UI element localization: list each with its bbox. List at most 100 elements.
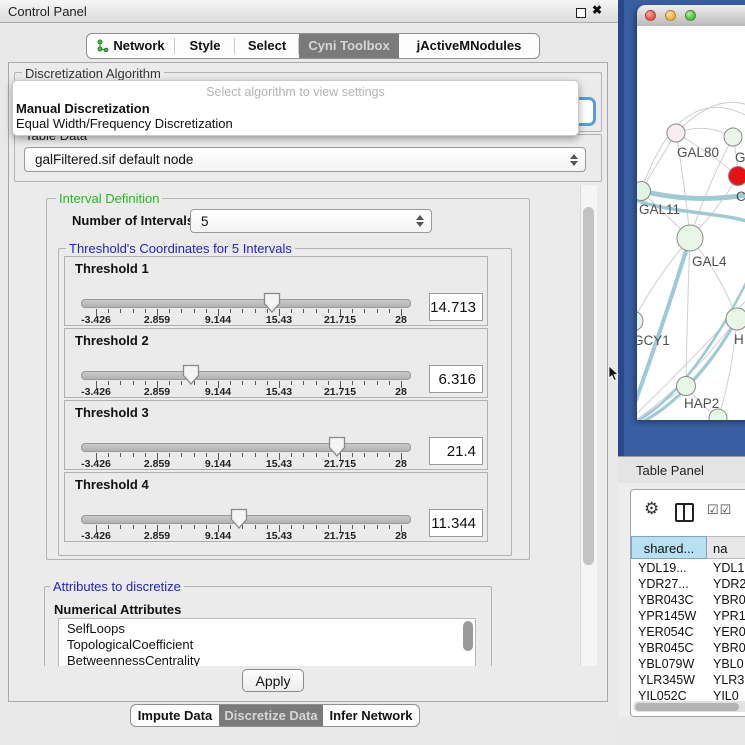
slider-track[interactable] <box>81 299 411 308</box>
table-data-combobox[interactable]: galFiltered.sif default node <box>24 147 586 172</box>
network-node-h[interactable] <box>726 308 745 330</box>
slider-tick <box>352 381 353 385</box>
zoom-traffic-light[interactable] <box>685 10 696 21</box>
slider-thumb[interactable] <box>182 364 200 386</box>
tab-style[interactable]: Style <box>175 34 235 58</box>
network-node-ga[interactable] <box>724 128 742 146</box>
vertical-scrollbar[interactable] <box>580 185 597 666</box>
network-view[interactable]: GAL80GACGAL11GAL4GCY1HHAP2 <box>637 26 745 420</box>
table-row[interactable]: YBL079WYBL0 <box>631 656 745 672</box>
slider-tick <box>181 309 182 313</box>
close-icon[interactable]: ✖ <box>592 3 602 17</box>
attribute-item[interactable]: BetweennessCentrality <box>67 653 200 666</box>
slider-scale-label: 15.43 <box>255 458 303 470</box>
horizontal-scrollbar[interactable] <box>633 701 745 712</box>
slider-thumb[interactable] <box>328 436 346 458</box>
slider-scale-label: 15.43 <box>255 386 303 398</box>
slider-tick <box>377 525 378 529</box>
table-row[interactable]: YBR045CYBR0 <box>631 640 745 656</box>
tab-label: Select <box>248 38 286 53</box>
slider-thumb[interactable] <box>230 508 248 530</box>
slider-tick <box>352 309 353 313</box>
table-row[interactable]: YPR145WYPR1 <box>631 608 745 624</box>
slider-scale-label: -3.426 <box>72 314 120 326</box>
threshold-value-field[interactable]: 6.316 <box>429 365 483 393</box>
attribute-item[interactable]: SelfLoops <box>67 621 125 636</box>
slider-tick <box>169 381 170 385</box>
slider-tick <box>145 453 146 457</box>
apply-button[interactable]: Apply <box>242 669 304 692</box>
slider-tick <box>206 525 207 529</box>
table-row[interactable]: YBR043CYBR0 <box>631 592 745 608</box>
slider-thumb[interactable] <box>263 292 281 314</box>
numerical-attributes-list[interactable]: SelfLoopsTopologicalCoefficientBetweenne… <box>58 618 476 666</box>
thresholds-group-title: Threshold's Coordinates for 5 Intervals <box>66 241 295 256</box>
close-traffic-light[interactable] <box>645 10 656 21</box>
table-row[interactable]: YDL19...YDL1 <box>631 560 745 576</box>
table-row[interactable]: YER054CYER0 <box>631 624 745 640</box>
slider-scale-label: -3.426 <box>72 386 120 398</box>
tab-infer-network[interactable]: Infer Network <box>323 705 419 726</box>
interval-definition-title: Interval Definition <box>56 191 162 206</box>
column-header-name[interactable]: na <box>707 536 745 559</box>
slider-tick <box>364 525 365 529</box>
threshold-label: Threshold 4 <box>75 477 149 492</box>
columns-icon[interactable] <box>675 503 694 522</box>
slider-tick <box>145 381 146 385</box>
minimize-traffic-light[interactable] <box>665 10 676 21</box>
slider-track[interactable] <box>81 443 411 452</box>
table-data-combobox-value: galFiltered.sif default node <box>35 148 193 171</box>
slider-scale-label: 28 <box>377 386 425 398</box>
tab-impute-data[interactable]: Impute Data <box>131 705 219 726</box>
attribute-item[interactable]: TopologicalCoefficient <box>67 637 193 652</box>
tab-label: Style <box>189 38 220 53</box>
network-node-gcy1[interactable] <box>637 311 643 331</box>
network-edge[interactable] <box>690 238 737 319</box>
network-edge[interactable] <box>637 238 690 321</box>
float-window-icon[interactable] <box>576 8 586 18</box>
slider-tick <box>133 381 134 385</box>
network-edge[interactable] <box>641 133 676 191</box>
bottom-tab-bar: Impute DataDiscretize DataInfer Network <box>130 704 420 727</box>
cell-shared-name: YBR043C <box>638 592 694 608</box>
gear-icon[interactable]: ⚙ <box>644 499 659 519</box>
network-node-hap2[interactable] <box>677 377 696 396</box>
table-row[interactable]: YLR345WYLR3 <box>631 672 745 688</box>
tab-cyni-toolbox[interactable]: Cyni Toolbox <box>299 34 399 58</box>
tab-network[interactable]: Network <box>87 34 175 58</box>
column-header-shared[interactable]: shared... <box>631 536 707 559</box>
slider-tick <box>145 309 146 313</box>
threshold-value-field[interactable]: 11.344 <box>429 509 483 537</box>
threshold-value-field[interactable]: 14.713 <box>429 293 483 321</box>
tab-discretize-data[interactable]: Discretize Data <box>219 705 323 726</box>
cell-shared-name: YBL079W <box>638 656 694 672</box>
network-edge[interactable] <box>637 186 745 199</box>
slider-tick <box>242 453 243 457</box>
network-node-gal4[interactable] <box>677 225 703 251</box>
slider-scale-label: 21.715 <box>316 458 364 470</box>
tab-select[interactable]: Select <box>235 34 299 58</box>
threshold-value-field[interactable]: 21.4 <box>429 437 483 465</box>
cell-name: YBR0 <box>713 640 745 656</box>
slider-scale-label: 28 <box>377 314 425 326</box>
network-node-gal80[interactable] <box>667 124 685 142</box>
slider-tick <box>133 453 134 457</box>
select-columns-icon[interactable]: ☑☑ <box>707 502 732 518</box>
attributes-group-title: Attributes to discretize <box>50 579 184 594</box>
slider-tick <box>389 309 390 313</box>
number-of-intervals-combobox[interactable]: 5 <box>190 209 432 233</box>
slider-track[interactable] <box>81 371 411 380</box>
tab-jactivemnodules[interactable]: jActiveMNodules <box>399 34 539 58</box>
slider-tick <box>316 381 317 385</box>
network-node-c[interactable] <box>729 167 745 186</box>
slider-tick <box>169 309 170 313</box>
menu-item-equal-width-frequency[interactable]: Equal Width/Frequency Discretization <box>16 116 233 131</box>
threshold-panel-3: Threshold 3-3.4262.8599.14415.4321.71528… <box>64 400 488 470</box>
table-row[interactable]: YDR27...YDR2 <box>631 576 745 592</box>
menu-item-manual-discretization[interactable]: Manual Discretization <box>16 101 150 116</box>
list-scrollbar[interactable] <box>463 621 473 651</box>
horizontal-scrollbar-thumb[interactable] <box>635 703 739 711</box>
slider-tick <box>133 309 134 313</box>
slider-tick <box>364 309 365 313</box>
vertical-scrollbar-thumb[interactable] <box>583 207 594 565</box>
